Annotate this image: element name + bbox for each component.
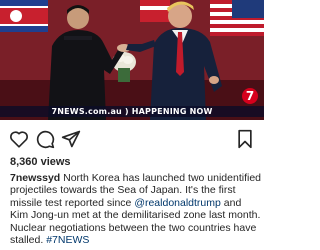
like-button[interactable]: [8, 128, 30, 150]
username-link[interactable]: 7newssyd: [10, 172, 60, 184]
comment-icon: [36, 130, 55, 149]
instagram-post: 7 7NEWS.com.au ) HAPPENING NOW 8,360 vie…: [0, 0, 264, 250]
news-banner: 7NEWS.com.au ) HAPPENING NOW: [0, 106, 264, 117]
hashtag-link[interactable]: #7NEWS: [46, 234, 89, 246]
save-button[interactable]: [234, 128, 256, 150]
video-player[interactable]: 7 7NEWS.com.au ) HAPPENING NOW: [0, 0, 264, 120]
share-button[interactable]: [60, 128, 82, 150]
comment-button[interactable]: [34, 128, 56, 150]
banner-text: 7NEWS.com.au ) HAPPENING NOW: [51, 107, 213, 116]
action-bar: [0, 124, 264, 154]
mention-link[interactable]: @realdonaldtrump: [134, 197, 221, 209]
view-count: 8,360 views: [10, 156, 71, 168]
bookmark-icon: [238, 129, 252, 149]
post-caption: 7newssyd North Korea has launched two un…: [10, 172, 262, 246]
video-frame: [0, 0, 264, 120]
heart-icon: [10, 131, 28, 148]
send-icon: [61, 130, 81, 148]
channel-logo: 7: [242, 88, 258, 104]
